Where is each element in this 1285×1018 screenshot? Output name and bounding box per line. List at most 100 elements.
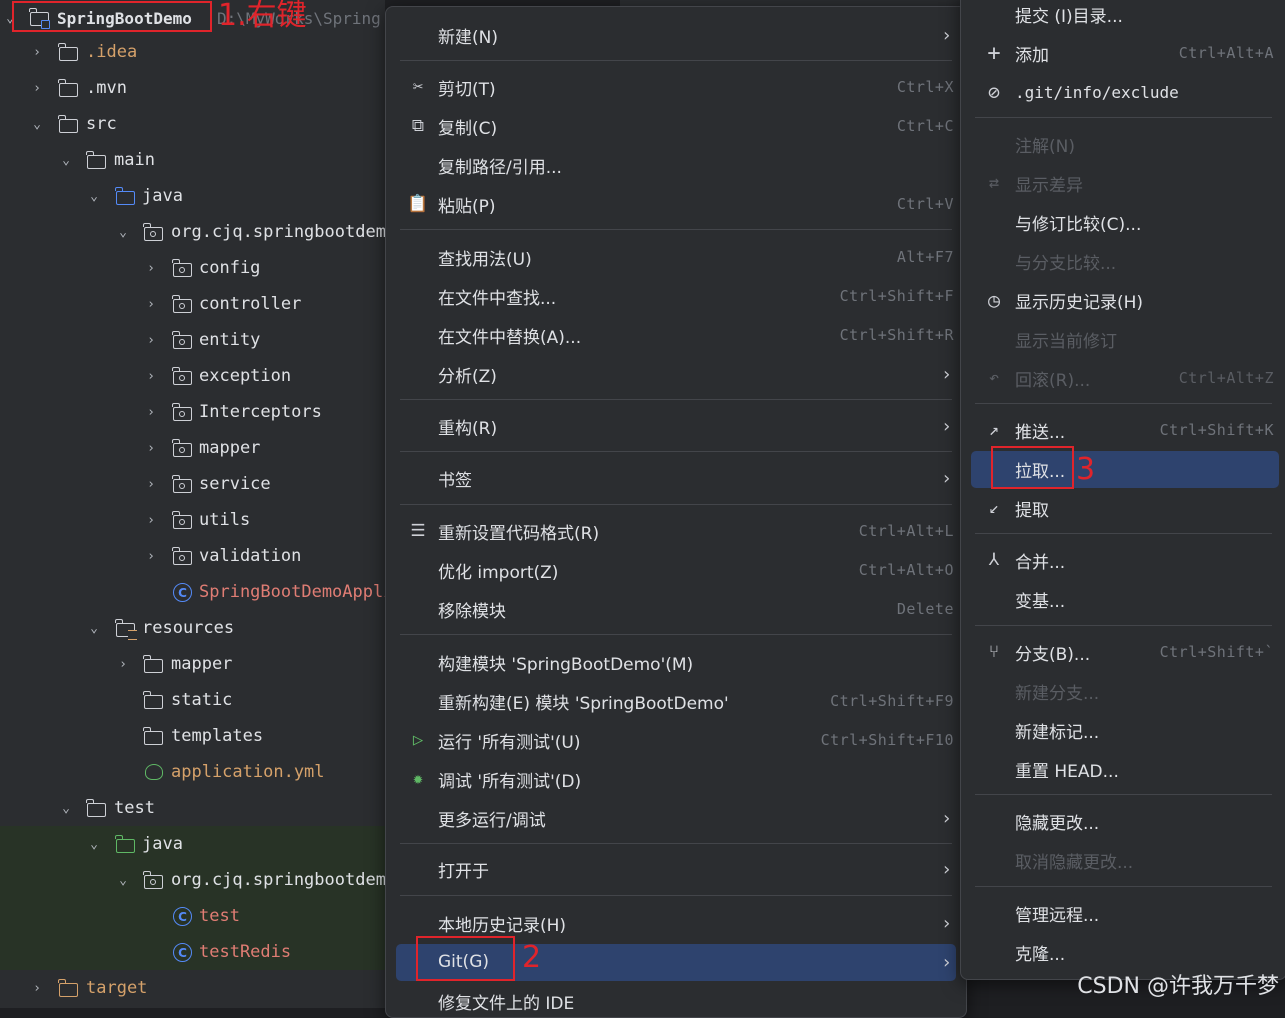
tree-item-application-class[interactable]: C SpringBootDemoApplication xyxy=(0,574,385,610)
git-item-exclude[interactable]: ⊘ .git/info/exclude xyxy=(961,73,1285,111)
tree-item-config[interactable]: › config xyxy=(0,250,385,286)
menu-item-label: 注解(N) xyxy=(1015,136,1075,157)
git-item-show-current-revision[interactable]: 显示当前修订 xyxy=(961,320,1285,358)
menu-item-find-in-files[interactable]: 在文件中查找... Ctrl+Shift+F xyxy=(386,277,966,315)
menu-item-cut[interactable]: ✂ 剪切(T) Ctrl+X xyxy=(386,68,966,106)
menu-item-bookmarks[interactable]: 书签 › xyxy=(386,459,966,497)
chevron-right-icon[interactable]: › xyxy=(145,333,157,348)
git-item-add[interactable]: + 添加 Ctrl+Alt+A xyxy=(961,34,1285,72)
git-item-reset-head[interactable]: 重置 HEAD... xyxy=(961,750,1285,788)
git-item-unstash[interactable]: 取消隐藏更改... xyxy=(961,841,1285,879)
tree-item-utils[interactable]: › utils xyxy=(0,502,385,538)
chevron-right-icon[interactable]: › xyxy=(145,477,157,492)
tree-item-controller[interactable]: › controller xyxy=(0,286,385,322)
tree-item-main[interactable]: ⌄ main xyxy=(0,142,385,178)
tree-item-static[interactable]: static xyxy=(0,682,385,718)
tree-item-resources[interactable]: ⌄ resources xyxy=(0,610,385,646)
tree-item-test-java[interactable]: ⌄ java xyxy=(0,826,385,862)
menu-item-find-usages[interactable]: 查找用法(U) Alt+F7 xyxy=(386,238,966,276)
tree-item-test-package[interactable]: ⌄ org.cjq.springbootdemo xyxy=(0,862,385,898)
chevron-down-icon[interactable]: ⌄ xyxy=(31,117,43,132)
chevron-down-icon[interactable]: ⌄ xyxy=(60,153,72,168)
chevron-down-icon[interactable]: ⌄ xyxy=(88,189,100,204)
tree-item-exception[interactable]: › exception xyxy=(0,358,385,394)
git-item-rollback[interactable]: ↶ 回滚(R)... Ctrl+Alt+Z xyxy=(961,359,1285,397)
chevron-right-icon[interactable]: › xyxy=(145,297,157,312)
tree-item-mapper[interactable]: › mapper xyxy=(0,430,385,466)
menu-item-reformat-code[interactable]: ☰ 重新设置代码格式(R) Ctrl+Alt+L xyxy=(386,512,966,550)
git-item-rebase[interactable]: 变基... xyxy=(961,580,1285,618)
tree-item-label: validation xyxy=(199,546,302,566)
exclude-icon: ⊘ xyxy=(987,80,1001,104)
chevron-down-icon[interactable]: ⌄ xyxy=(88,621,100,636)
source-folder-icon xyxy=(115,187,135,205)
menu-separator xyxy=(400,634,952,635)
tree-item-entity[interactable]: › entity xyxy=(0,322,385,358)
git-item-manage-remotes[interactable]: 管理远程... xyxy=(961,894,1285,932)
chevron-right-icon[interactable]: › xyxy=(145,405,157,420)
tree-item-service[interactable]: › service xyxy=(0,466,385,502)
git-item-stash[interactable]: 隐藏更改... xyxy=(961,802,1285,840)
chevron-right-icon[interactable]: › xyxy=(145,513,157,528)
git-item-branches[interactable]: ⑂ 分支(B)... Ctrl+Shift+` xyxy=(961,633,1285,671)
git-item-new-branch[interactable]: 新建分支... xyxy=(961,672,1285,710)
tree-item-templates[interactable]: templates xyxy=(0,718,385,754)
git-item-push[interactable]: ↗ 推送... Ctrl+Shift+K xyxy=(961,411,1285,449)
tree-item-test-class[interactable]: C test xyxy=(0,898,385,934)
chevron-right-icon[interactable]: › xyxy=(31,981,43,996)
tree-item-label: SpringBootDemoApplication xyxy=(199,582,385,602)
git-item-fetch[interactable]: ↙ 提取 xyxy=(961,489,1285,527)
git-item-compare-revision[interactable]: 与修订比较(C)... xyxy=(961,203,1285,241)
chevron-down-icon[interactable]: ⌄ xyxy=(60,801,72,816)
menu-item-rebuild-module[interactable]: 重新构建(E) 模块 'SpringBootDemo' Ctrl+Shift+F… xyxy=(386,682,966,720)
tree-item-target[interactable]: › target xyxy=(0,970,385,1006)
menu-item-copy-path[interactable]: 复制路径/引用... xyxy=(386,146,966,184)
menu-item-debug-all-tests[interactable]: ✹ 调试 '所有测试'(D) xyxy=(386,760,966,798)
run-icon: ▷ xyxy=(412,730,424,750)
git-item-compare-branch[interactable]: 与分支比较... xyxy=(961,242,1285,280)
menu-item-replace-in-files[interactable]: 在文件中替换(A)... Ctrl+Shift+R xyxy=(386,316,966,354)
chevron-right-icon[interactable]: › xyxy=(145,549,157,564)
chevron-down-icon[interactable]: ⌄ xyxy=(117,225,129,240)
tree-item-res-mapper[interactable]: › mapper xyxy=(0,646,385,682)
chevron-down-icon[interactable]: ⌄ xyxy=(117,873,129,888)
menu-item-label: 复制(C) xyxy=(438,118,498,139)
tree-item-idea[interactable]: › .idea xyxy=(0,34,385,70)
chevron-down-icon[interactable]: ⌄ xyxy=(88,837,100,852)
chevron-right-icon[interactable]: › xyxy=(117,657,129,672)
tree-item-interceptors[interactable]: › Interceptors xyxy=(0,394,385,430)
menu-item-run-all-tests[interactable]: ▷ 运行 '所有测试'(U) Ctrl+Shift+F10 xyxy=(386,721,966,759)
chevron-right-icon[interactable]: › xyxy=(31,45,43,60)
menu-item-fix-ide[interactable]: 修复文件上的 IDE xyxy=(386,982,966,1017)
menu-item-remove-module[interactable]: 移除模块 Delete xyxy=(386,590,966,628)
git-item-clone[interactable]: 克隆... xyxy=(961,933,1285,971)
tree-item-java[interactable]: ⌄ java xyxy=(0,178,385,214)
chevron-right-icon[interactable]: › xyxy=(145,441,157,456)
menu-item-copy[interactable]: ⧉ 复制(C) Ctrl+C xyxy=(386,107,966,145)
tree-item-mvn[interactable]: › .mvn xyxy=(0,70,385,106)
package-dot-icon xyxy=(179,519,185,525)
menu-item-refactor[interactable]: 重构(R) › xyxy=(386,407,966,445)
git-item-show-diff[interactable]: ⇄ 显示差异 xyxy=(961,164,1285,202)
chevron-right-icon[interactable]: › xyxy=(31,81,43,96)
tree-item-application-yml[interactable]: application.yml xyxy=(0,754,385,790)
git-item-new-tag[interactable]: 新建标记... xyxy=(961,711,1285,749)
tree-item-test[interactable]: ⌄ test xyxy=(0,790,385,826)
chevron-right-icon[interactable]: › xyxy=(145,261,157,276)
tree-item-validation[interactable]: › validation xyxy=(0,538,385,574)
git-item-merge[interactable]: ⅄ 合并... xyxy=(961,541,1285,579)
tree-item-package[interactable]: ⌄ org.cjq.springbootdemo xyxy=(0,214,385,250)
menu-item-analyze[interactable]: 分析(Z) › xyxy=(386,355,966,393)
chevron-right-icon[interactable]: › xyxy=(145,369,157,384)
git-item-show-history[interactable]: ◷ 显示历史记录(H) xyxy=(961,281,1285,319)
menu-item-build-module[interactable]: 构建模块 'SpringBootDemo'(M) xyxy=(386,643,966,681)
git-item-annotate[interactable]: 注解(N) xyxy=(961,125,1285,163)
menu-item-paste[interactable]: 📋 粘贴(P) Ctrl+V xyxy=(386,185,966,223)
menu-item-open-in[interactable]: 打开于 › xyxy=(386,850,966,888)
git-item-commit-directory[interactable]: 提交 (I)目录... xyxy=(961,0,1285,33)
menu-item-optimize-imports[interactable]: 优化 import(Z) Ctrl+Alt+O xyxy=(386,551,966,589)
tree-item-src[interactable]: ⌄ src xyxy=(0,106,385,142)
tree-item-testredis[interactable]: C testRedis xyxy=(0,934,385,970)
menu-item-new[interactable]: 新建(N) › xyxy=(386,16,966,54)
menu-item-more-run-debug[interactable]: 更多运行/调试 › xyxy=(386,799,966,837)
